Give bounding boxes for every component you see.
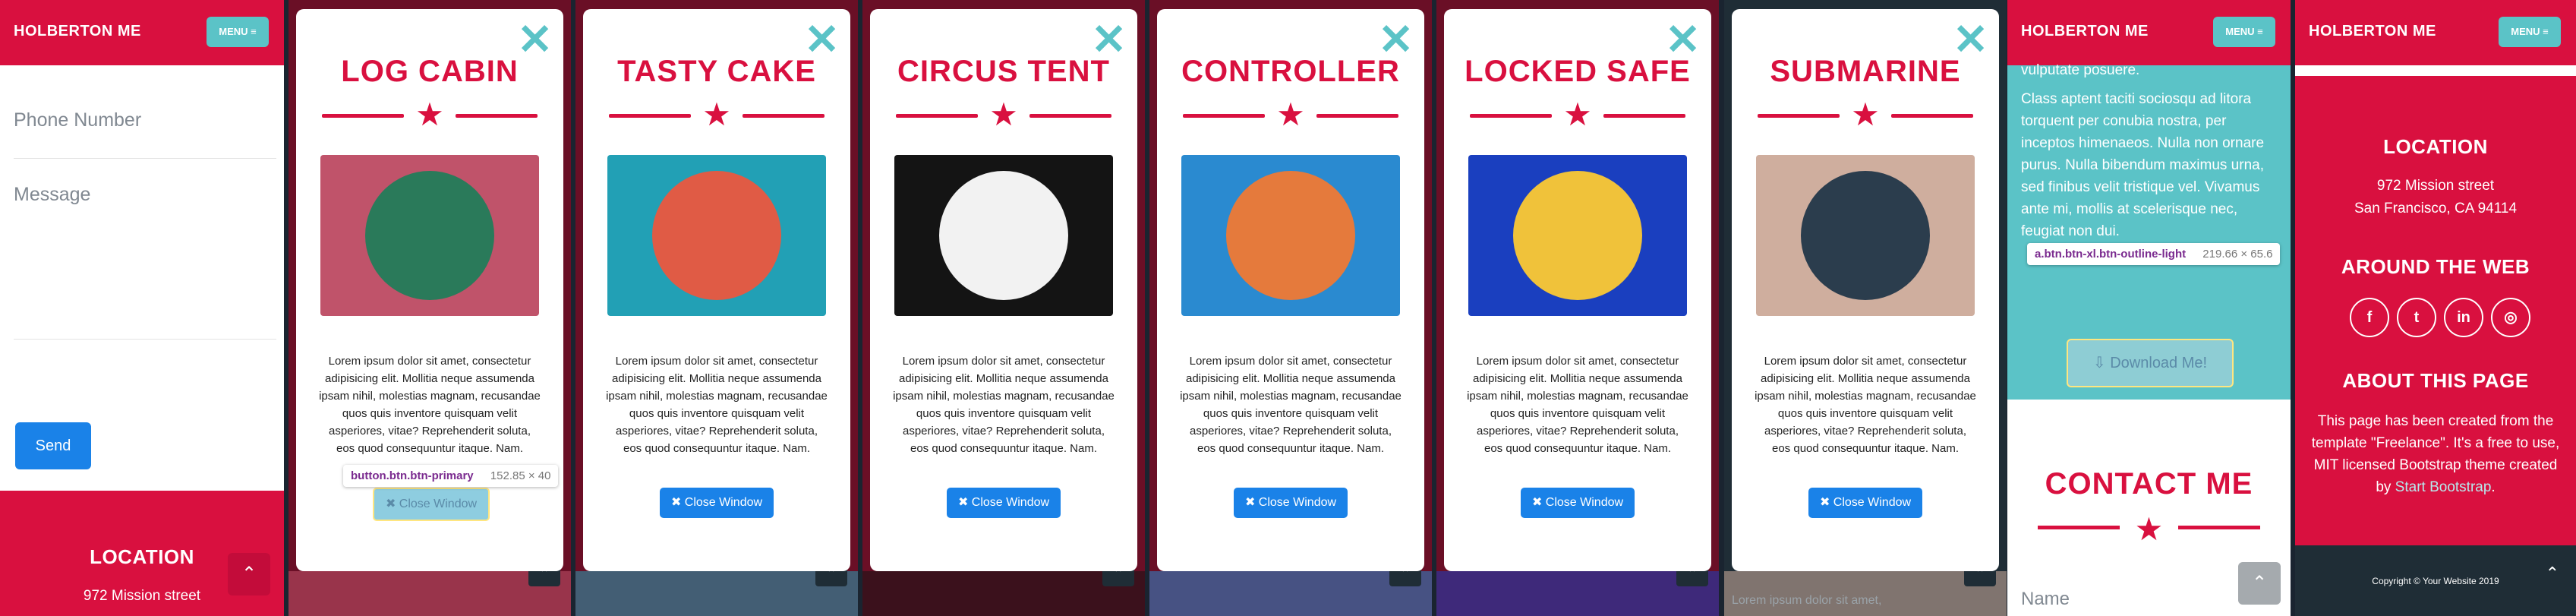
navbar: HOLBERTON ME MENU ≡ — [0, 0, 284, 65]
modal-title: CONTROLLER — [1181, 55, 1400, 88]
cake-icon — [652, 171, 781, 300]
navbar: HOLBERTON ME MENU ≡ — [2295, 0, 2576, 65]
panel-modal: ⌃ ✕ CIRCUS TENT ★ Lorem ipsum dolor sit … — [862, 0, 1145, 616]
scroll-top-button[interactable]: ⌃ — [2238, 562, 2281, 605]
about-text: This page has been created from the temp… — [2310, 410, 2561, 498]
portfolio-image — [1468, 155, 1687, 316]
facebook-icon[interactable]: f — [2350, 298, 2389, 337]
close-window-button[interactable]: ✖ Close Window — [373, 488, 490, 521]
panel-modal: ⌃ ✕ SUBMARINE ★ Lorem ipsum dolor sit am… — [1724, 0, 2007, 616]
cabin-icon — [365, 171, 494, 300]
name-field[interactable]: Name — [2021, 589, 2070, 610]
modal-body-text: Lorem ipsum dolor sit amet, consectetur … — [1467, 355, 1688, 455]
submarine-icon — [1801, 171, 1930, 300]
about-text: vulputate posuere. — [2021, 62, 2140, 78]
around-title: AROUND THE WEB — [2341, 255, 2530, 278]
portfolio-image — [1756, 155, 1975, 316]
scroll-top-button[interactable]: ⌃ — [2546, 564, 2559, 583]
divider-line — [1316, 114, 1398, 118]
panel-footer: HOLBERTON ME MENU ≡ LOCATION 972 Mission… — [2295, 0, 2576, 616]
modal-title: SUBMARINE — [1770, 55, 1961, 88]
divider-line — [2178, 526, 2260, 529]
modal-body-text: Lorem ipsum dolor sit amet, consectetur … — [893, 355, 1115, 455]
navbar: HOLBERTON ME MENU ≡ — [2007, 0, 2291, 65]
footer-section: LOCATION 972 Mission street San Francisc… — [2295, 76, 2576, 545]
field-divider — [14, 158, 276, 159]
about-end: . — [2491, 479, 2496, 495]
about-text: Class aptent taciti sociosqu ad litora t… — [2021, 91, 2265, 239]
devtools-tooltip: a.btn.btn-xl.btn-outline-light 219.66 × … — [2027, 243, 2281, 265]
close-window-button[interactable]: ✖ Close Window — [1234, 488, 1348, 518]
modal-body-text: Lorem ipsum dolor sit amet, consectetur … — [1180, 355, 1402, 455]
dribbble-icon[interactable]: ◎ — [2491, 298, 2530, 337]
address-line: 972 Mission street — [2376, 178, 2495, 194]
modal-body-text: Lorem ipsum dolor sit amet, consectetur … — [319, 355, 541, 455]
panel-modal: ⌃ ✕ TASTY CAKE ★ Lorem ipsum dolor sit a… — [575, 0, 858, 616]
portfolio-modal: ✕ LOG CABIN ★ Lorem ipsum dolor sit amet… — [296, 9, 563, 571]
panel-about-devtools: HOLBERTON ME MENU ≡ vulputate posuere. C… — [2007, 0, 2291, 616]
modal-title: LOCKED SAFE — [1465, 55, 1691, 88]
about-title: ABOUT THIS PAGE — [2342, 369, 2529, 392]
panel-modal: ⌃ ✕ LOG CABIN ★ Lorem ipsum dolor sit am… — [288, 0, 571, 616]
modal-body-text: Lorem ipsum dolor sit amet, consectetur … — [606, 355, 828, 455]
divider-line — [456, 114, 538, 118]
modal-title: TASTY CAKE — [617, 55, 816, 88]
send-button[interactable]: Send — [15, 422, 91, 469]
start-bootstrap-link[interactable]: Start Bootstrap — [2395, 479, 2492, 495]
menu-button[interactable]: MENU ≡ — [2213, 17, 2275, 47]
tooltip-size: 219.66 × 65.6 — [2202, 248, 2273, 261]
navbar-brand[interactable]: HOLBERTON ME — [2309, 23, 2436, 40]
about-section: vulputate posuere. Class aptent taciti s… — [2007, 62, 2291, 400]
close-window-button[interactable]: ✖ Close Window — [660, 488, 774, 518]
portfolio-image — [320, 155, 539, 316]
portfolio-modal: ✕ CIRCUS TENT ★ Lorem ipsum dolor sit am… — [870, 9, 1137, 571]
navbar-brand[interactable]: HOLBERTON ME — [2021, 23, 2149, 40]
contact-title: CONTACT ME — [2045, 467, 2253, 501]
tent-icon — [939, 171, 1068, 300]
safe-icon — [1513, 171, 1642, 300]
portfolio-image — [894, 155, 1113, 316]
close-window-button[interactable]: ✖ Close Window — [1521, 488, 1635, 518]
navbar-brand[interactable]: HOLBERTON ME — [14, 23, 141, 40]
message-field[interactable]: Message — [14, 184, 90, 206]
portfolio-image — [1181, 155, 1400, 316]
field-divider — [14, 339, 276, 340]
portfolio-modal: ✕ LOCKED SAFE ★ Lorem ipsum dolor sit am… — [1444, 9, 1711, 571]
gamepad-icon — [1226, 171, 1355, 300]
divider-line — [1891, 114, 1973, 118]
portfolio-modal: ✕ TASTY CAKE ★ Lorem ipsum dolor sit ame… — [583, 9, 850, 571]
modal-body-text: Lorem ipsum dolor sit amet, consectetur … — [1755, 355, 1976, 455]
tooltip-selector: a.btn.btn-xl.btn-outline-light — [2035, 248, 2187, 261]
location-title: LOCATION — [2383, 135, 2488, 158]
download-button[interactable]: ⇩ Download Me! — [2067, 339, 2234, 387]
section-edge — [2295, 65, 2576, 76]
phone-field[interactable]: Phone Number — [14, 109, 141, 131]
tooltip-selector: button.btn.btn-primary — [351, 469, 474, 482]
tooltip-size: 152.85 × 40 — [490, 469, 551, 482]
portfolio-modal: ✕ CONTROLLER ★ Lorem ipsum dolor sit ame… — [1157, 9, 1424, 571]
copyright: Copyright © Your Website 2019 — [2372, 576, 2499, 586]
modal-title: LOG CABIN — [341, 55, 519, 88]
devtools-tooltip: button.btn.btn-primary 152.85 × 40 — [343, 465, 559, 487]
scroll-top-button[interactable]: ⌃ — [228, 553, 270, 595]
panel-modal: ⌃ ✕ LOCKED SAFE ★ Lorem ipsum dolor sit … — [1436, 0, 1719, 616]
close-window-button[interactable]: ✖ Close Window — [1808, 488, 1922, 518]
address-line: San Francisco, CA 94114 — [2354, 201, 2518, 216]
copyright-bar: Copyright © Your Website 2019 ⌃ — [2295, 545, 2576, 616]
peek-text: Lorem ipsum dolor sit amet, — [1732, 594, 1882, 607]
menu-button[interactable]: MENU ≡ — [2499, 17, 2561, 47]
panel-contact-form: HOLBERTON ME MENU ≡ Phone Number Message… — [0, 0, 284, 616]
portfolio-image — [607, 155, 826, 316]
menu-button[interactable]: MENU ≡ — [207, 17, 269, 47]
portfolio-modal: ✕ SUBMARINE ★ Lorem ipsum dolor sit amet… — [1732, 9, 1999, 571]
modal-title: CIRCUS TENT — [897, 55, 1110, 88]
linkedin-icon[interactable]: in — [2444, 298, 2483, 337]
divider-line — [743, 114, 825, 118]
close-window-button[interactable]: ✖ Close Window — [947, 488, 1061, 518]
divider-line — [1603, 114, 1685, 118]
contact-form: Phone Number Message Send — [0, 65, 284, 491]
divider-line — [1029, 114, 1111, 118]
panel-modal: ⌃ ✕ CONTROLLER ★ Lorem ipsum dolor sit a… — [1149, 0, 1432, 616]
twitter-icon[interactable]: t — [2397, 298, 2436, 337]
